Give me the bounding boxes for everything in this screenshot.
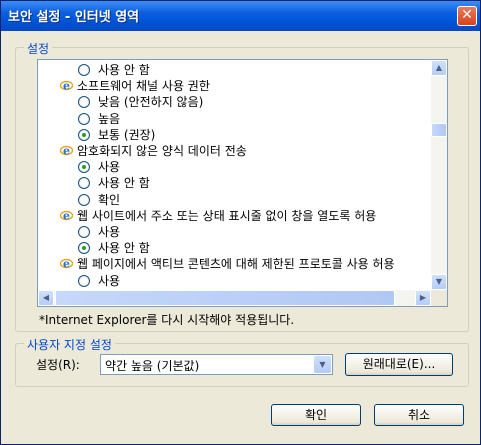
radio-unselected[interactable] [78, 112, 90, 125]
setting-option-label: 사용 [98, 273, 121, 288]
ie-icon: e [60, 80, 73, 93]
reset-to-label: 설정(R): [36, 358, 80, 372]
radio-selected[interactable] [78, 128, 90, 141]
cancel-button[interactable]: 취소 [374, 404, 464, 426]
setting-option-label: 사용 안 함 [98, 241, 150, 256]
ok-button[interactable]: 확인 [271, 404, 361, 426]
svg-text:e: e [63, 209, 70, 222]
setting-category-label: 웹 페이지에서 액티브 콘텐츠에 대해 제한된 프로토콜 사용 허용 [77, 257, 395, 272]
scroll-up-button[interactable]: ▲ [431, 60, 447, 76]
reset-level-value: 약간 높음 (기본값) [105, 359, 200, 373]
scrollbar-corner [431, 290, 447, 306]
vertical-scrollbar[interactable]: ▲ ▼ [431, 60, 447, 290]
setting-option-label: 사용 안 함 [98, 176, 150, 191]
close-button[interactable]: ✕ [457, 6, 477, 26]
security-settings-dialog: 보안 설정 - 인터넷 영역 ✕ 설정 사용 안 함 e 소프트웨어 채널 사용 권… [0, 0, 481, 445]
settings-tree-list[interactable]: 사용 안 함 e 소프트웨어 채널 사용 권한 낮음 (안전하지 않음) 높음 보통 (권… [37, 59, 448, 307]
setting-option-label: 사용 [98, 160, 121, 175]
radio-unselected[interactable] [78, 193, 90, 206]
ie-icon: e [60, 258, 73, 271]
radio-unselected[interactable] [78, 96, 90, 109]
title-bar[interactable]: 보안 설정 - 인터넷 영역 ✕ [1, 1, 480, 31]
ie-icon: e [60, 145, 73, 158]
settings-group-title: 설정 [24, 40, 53, 57]
reset-button[interactable]: 원래대로(E)... [345, 353, 453, 376]
setting-option-label: 사용 [98, 225, 121, 239]
radio-unselected[interactable] [78, 274, 90, 287]
reset-level-select[interactable]: 약간 높음 (기본값) ▼ [100, 354, 333, 375]
scroll-down-button[interactable]: ▼ [431, 274, 447, 290]
setting-category-label: 소프트웨어 채널 사용 권한 [77, 79, 210, 94]
radio-selected[interactable] [78, 161, 90, 174]
svg-text:e: e [63, 258, 70, 271]
radio-unselected[interactable] [78, 64, 90, 76]
chevron-down-icon[interactable]: ▼ [314, 356, 331, 373]
restart-note: *Internet Explorer를 다시 시작해야 적용됩니다. [39, 313, 295, 327]
vertical-scroll-thumb[interactable] [431, 123, 447, 137]
scroll-left-button[interactable]: ◀ [38, 290, 54, 306]
setting-category-label: 웹 사이트에서 주소 또는 상태 표시줄 없이 창을 열도록 허용 [77, 208, 377, 223]
setting-option-label: 보통 (권장) [98, 127, 156, 142]
radio-unselected[interactable] [78, 177, 90, 190]
horizontal-scroll-thumb[interactable] [55, 290, 395, 306]
radio-selected[interactable] [78, 242, 90, 255]
setting-option-label: 확인 [98, 192, 121, 207]
setting-option-label: 사용 안 함 [98, 63, 150, 77]
radio-unselected[interactable] [78, 226, 90, 238]
setting-option-label: 높음 [98, 111, 121, 126]
setting-option-label: 낮음 (안전하지 않음) [98, 95, 204, 110]
custom-settings-group-title: 사용자 지정 설정 [24, 336, 115, 353]
svg-text:e: e [63, 145, 70, 158]
ie-icon: e [60, 209, 73, 222]
setting-category-label: 암호화되지 않은 양식 데이터 전송 [77, 144, 247, 158]
window-title: 보안 설정 - 인터넷 영역 [8, 10, 140, 25]
scroll-right-button[interactable]: ▶ [415, 290, 431, 306]
horizontal-scrollbar[interactable]: ◀ ▶ [38, 290, 431, 306]
svg-text:e: e [63, 80, 70, 93]
